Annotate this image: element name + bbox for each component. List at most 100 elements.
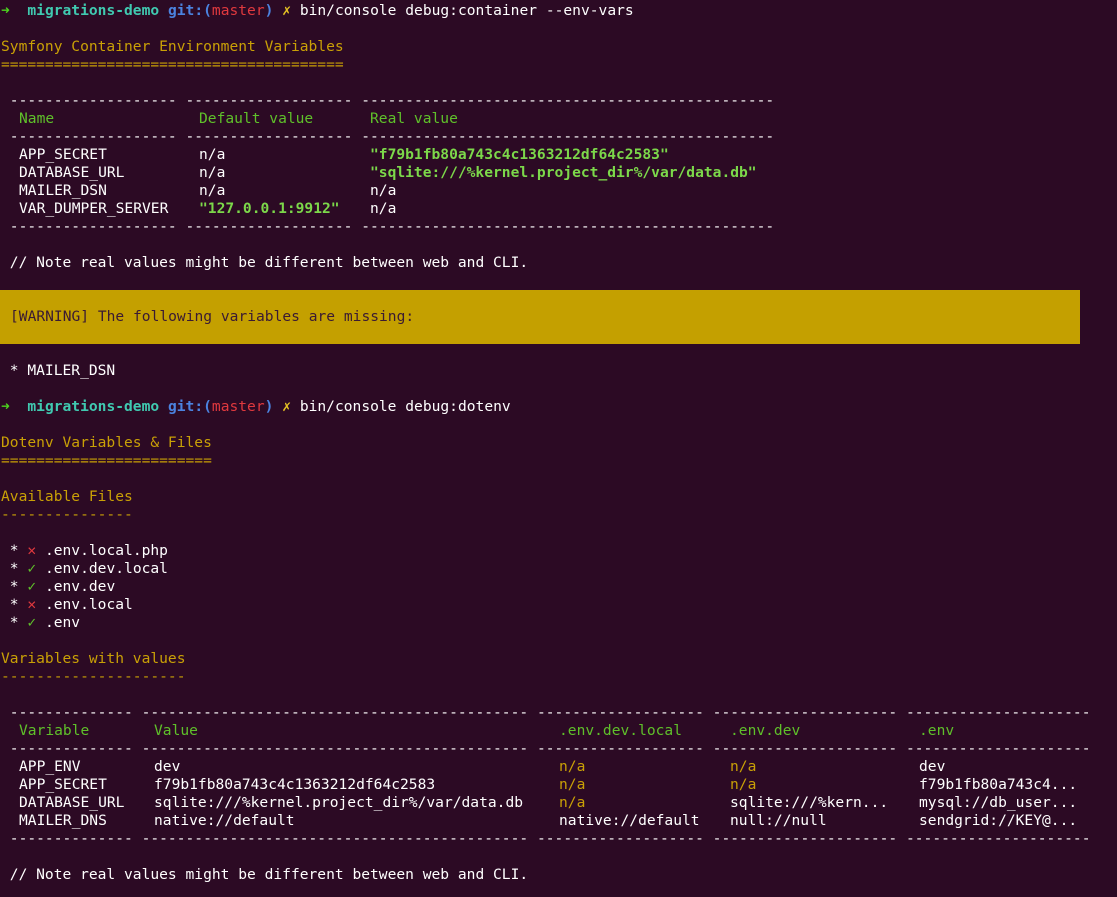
env-var-default: n/a: [199, 182, 226, 199]
dev-local-value: n/a: [559, 794, 586, 811]
subsection-title: Available Files: [1, 488, 133, 505]
env-value: sendgrid://KEY@...: [919, 812, 1078, 829]
column-header-variable: Variable: [19, 722, 90, 739]
subsection-title: Variables with values: [1, 650, 186, 667]
env-var-default: n/a: [199, 146, 226, 163]
note-text: // Note real values might be different b…: [1, 866, 529, 883]
subsection-underline: ---------------------: [1, 668, 186, 685]
column-header-value: Value: [154, 722, 198, 739]
subsection-underline: ---------------: [1, 506, 133, 523]
file-name: .env.dev: [44, 578, 116, 595]
prompt-branch: master: [211, 398, 265, 415]
env-var-default: "127.0.0.1:9912": [199, 200, 340, 217]
prompt-line: ➜ migrations-demo git:(master) ✗ bin/con…: [0, 398, 1117, 416]
check-icon: ✓: [27, 578, 37, 595]
variable-value: f79b1fb80a743c4c1363212df64c2583: [154, 776, 436, 793]
file-list-item: * ✕ .env.local: [0, 596, 1117, 614]
table-header-row: Variable Value .env.dev.local .env.dev .env: [0, 722, 1117, 740]
section-title: Dotenv Variables & Files: [1, 434, 212, 451]
env-var-name: VAR_DUMPER_SERVER: [19, 200, 169, 217]
prompt-arrow-icon: ➜: [1, 398, 10, 415]
dirty-icon: ✗: [282, 398, 292, 415]
column-header-default: Default value: [199, 110, 314, 127]
table-rule: ------------------- ------------------- …: [1, 128, 775, 145]
env-value: dev: [919, 758, 946, 775]
file-name: .env.dev.local: [44, 560, 168, 577]
env-var-name: MAILER_DSN: [19, 182, 107, 199]
env-value: f79b1fb80a743c4...: [919, 776, 1078, 793]
variable-value: dev: [154, 758, 181, 775]
variable-name: APP_ENV: [19, 758, 81, 775]
table-row: DATABASE_URL n/a "sqlite:///%kernel.projec…: [0, 164, 1117, 182]
dev-value: null://null: [730, 812, 827, 829]
section-title: Symfony Container Environment Variables: [1, 38, 344, 55]
variable-value: native://default: [154, 812, 295, 829]
table-rule: -------------- -------------------------…: [1, 704, 1091, 721]
dev-local-value: n/a: [559, 776, 586, 793]
file-list-item: * ✓ .env.dev.local: [0, 560, 1117, 578]
cross-icon: ✕: [27, 596, 37, 613]
warning-text: [WARNING] The following variables are mi…: [10, 308, 415, 325]
terminal-window[interactable]: ➜ migrations-demo git:(master) ✗ bin/con…: [0, 0, 1117, 897]
table-row: APP_ENV dev n/a n/a dev: [0, 758, 1117, 776]
section-underline: ========================: [1, 452, 212, 469]
note-text: // Note real values might be different b…: [1, 254, 529, 271]
column-header-real: Real value: [370, 110, 458, 127]
table-row: VAR_DUMPER_SERVER "127.0.0.1:9912" n/a: [0, 200, 1117, 218]
table-header-row: Name Default value Real value: [0, 110, 1117, 128]
list-bullet: *: [1, 578, 28, 595]
env-var-name: DATABASE_URL: [19, 164, 125, 181]
list-bullet: *: [1, 596, 28, 613]
list-bullet: *: [1, 542, 28, 559]
column-header-dev-local: .env.dev.local: [559, 722, 683, 739]
prompt-arrow-icon: ➜: [1, 2, 10, 19]
command-text: bin/console debug:dotenv: [299, 398, 511, 415]
prompt-branch: master: [211, 2, 265, 19]
table-row: DATABASE_URL sqlite:///%kernel.project_di…: [0, 794, 1117, 812]
env-var-real: n/a: [370, 200, 397, 217]
table-rule: ------------------- ------------------- …: [1, 218, 775, 235]
dev-local-value: n/a: [559, 758, 586, 775]
table-row: APP_SECRET f79b1fb80a743c4c1363212df64c25…: [0, 776, 1117, 794]
column-header-name: Name: [19, 110, 55, 127]
file-list-item: * ✓ .env: [0, 614, 1117, 632]
dev-value: n/a: [730, 776, 757, 793]
section-underline: =======================================: [1, 56, 344, 73]
variable-name: DATABASE_URL: [19, 794, 125, 811]
env-value: mysql://db_user...: [919, 794, 1078, 811]
env-var-real: "f79b1fb80a743c4c1363212df64c2583": [370, 146, 669, 163]
check-icon: ✓: [27, 560, 37, 577]
file-list-item: * ✕ .env.local.php: [0, 542, 1117, 560]
check-icon: ✓: [27, 614, 37, 631]
file-name: .env: [44, 614, 81, 631]
env-var-real: n/a: [370, 182, 397, 199]
prompt-git-close: ): [264, 398, 274, 415]
table-row: MAILER_DNS native://default native://defau…: [0, 812, 1117, 830]
column-header-dev: .env.dev: [730, 722, 801, 739]
file-name: .env.local: [44, 596, 133, 613]
prompt-line: ➜ migrations-demo git:(master) ✗ bin/con…: [0, 2, 1117, 20]
cross-icon: ✕: [27, 542, 37, 559]
prompt-directory: migrations-demo: [27, 2, 160, 19]
dirty-icon: ✗: [282, 2, 292, 19]
prompt-git-label: git:(: [167, 2, 212, 19]
dev-value: n/a: [730, 758, 757, 775]
column-header-env: .env: [919, 722, 955, 739]
warning-block: [WARNING] The following variables are mi…: [0, 290, 1080, 344]
env-var-default: n/a: [199, 164, 226, 181]
dev-local-value: native://default: [559, 812, 700, 829]
prompt-directory: migrations-demo: [27, 398, 160, 415]
command-text: bin/console debug:container --env-vars: [299, 2, 634, 19]
prompt-git-close: ): [264, 2, 274, 19]
list-bullet: *: [1, 614, 28, 631]
table-row: MAILER_DSN n/a n/a: [0, 182, 1117, 200]
table-row: APP_SECRET n/a "f79b1fb80a743c4c1363212df6…: [0, 146, 1117, 164]
variable-name: MAILER_DNS: [19, 812, 107, 829]
prompt-git-label: git:(: [167, 398, 212, 415]
table-rule: ------------------- ------------------- …: [1, 92, 775, 109]
dev-value: sqlite:///%kern...: [730, 794, 889, 811]
table-rule: -------------- -------------------------…: [1, 830, 1091, 847]
missing-variable-item: * MAILER_DSN: [1, 362, 116, 379]
env-var-real: "sqlite:///%kernel.project_dir%/var/data…: [370, 164, 757, 181]
list-bullet: *: [1, 560, 28, 577]
